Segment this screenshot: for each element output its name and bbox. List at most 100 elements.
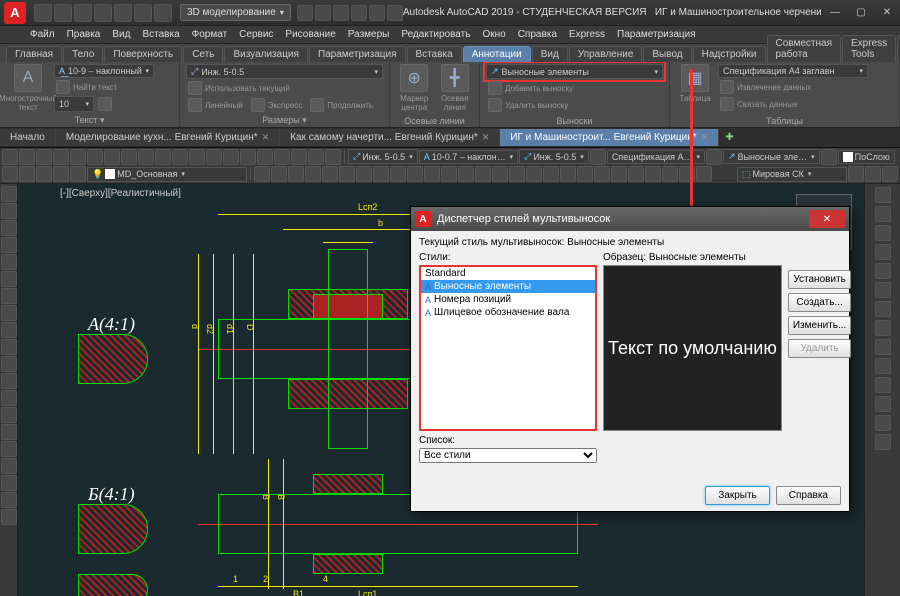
ribbon-tab[interactable]: Визуализация xyxy=(224,46,307,62)
document-tab[interactable]: ИГ и Машиностроит... Евгений Курицин*✕ xyxy=(500,129,719,146)
set-current-button[interactable]: Установить xyxy=(788,270,851,289)
menu-item[interactable]: Вставка xyxy=(142,29,179,40)
tool-icon[interactable] xyxy=(560,166,576,182)
tool-icon[interactable] xyxy=(322,166,338,182)
tool-icon[interactable] xyxy=(875,225,891,241)
tool-icon[interactable] xyxy=(1,492,17,508)
dimstyle-sel-2[interactable]: A10-0.7 – наклон…▾ xyxy=(419,150,518,164)
menu-item[interactable]: Сервис xyxy=(239,29,273,40)
tool-icon[interactable] xyxy=(53,166,69,182)
centerline-button[interactable]: ╋Осевая линия xyxy=(437,64,474,112)
ribbon-tab[interactable]: Поверхность xyxy=(104,46,182,62)
ribbon-tab[interactable]: Параметризация xyxy=(309,46,406,62)
tool-icon[interactable] xyxy=(291,149,307,165)
tool-icon[interactable] xyxy=(821,149,837,165)
centermark-button[interactable]: ⊕Маркер центра xyxy=(396,64,433,112)
new-tab-button[interactable]: ✚ xyxy=(719,132,739,143)
document-tab[interactable]: Как самому начерти... Евгений Курицин*✕ xyxy=(280,129,500,146)
document-tab[interactable]: Начало xyxy=(0,129,56,146)
close-button[interactable]: Закрыть xyxy=(705,486,770,505)
link-data-button[interactable]: Связать данные xyxy=(718,96,868,112)
tool-icon[interactable] xyxy=(875,263,891,279)
panel-title[interactable]: Текст ▾ xyxy=(6,114,173,127)
ribbon-tab[interactable]: Вставка xyxy=(407,46,462,62)
ribbon-tab[interactable]: Express Tools xyxy=(842,35,896,62)
ribbon-tab[interactable]: Надстройки xyxy=(693,46,766,62)
menu-item[interactable]: Формат xyxy=(192,29,228,40)
tool-icon[interactable] xyxy=(206,149,222,165)
tool-icon[interactable] xyxy=(223,149,239,165)
tool-icon[interactable] xyxy=(155,149,171,165)
menu-item[interactable]: Размеры xyxy=(348,29,390,40)
tool-icon[interactable] xyxy=(2,149,18,165)
ribbon-tab[interactable]: Управление xyxy=(569,46,643,62)
layer-selector[interactable]: 💡MD_Основная▾ xyxy=(87,167,247,182)
tool-icon[interactable] xyxy=(526,166,542,182)
tool-icon[interactable] xyxy=(1,458,17,474)
close-icon[interactable]: ✕ xyxy=(262,132,270,143)
tool-icon[interactable] xyxy=(875,339,891,355)
qat-btn[interactable] xyxy=(387,5,403,21)
tool-icon[interactable] xyxy=(458,166,474,182)
modify-style-button[interactable]: Изменить... xyxy=(788,316,851,335)
tool-icon[interactable] xyxy=(288,166,304,182)
tool-icon[interactable] xyxy=(882,166,898,182)
tool-icon[interactable] xyxy=(594,166,610,182)
tool-icon[interactable] xyxy=(875,187,891,203)
tool-icon[interactable] xyxy=(611,166,627,182)
tool-icon[interactable] xyxy=(492,166,508,182)
tool-icon[interactable] xyxy=(373,166,389,182)
bylayer-sel[interactable]: ПоСлою xyxy=(838,150,895,164)
help-button[interactable]: Справка xyxy=(776,486,841,505)
qat-btn[interactable] xyxy=(315,5,331,21)
tool-icon[interactable] xyxy=(356,166,372,182)
tool-icon[interactable] xyxy=(240,149,256,165)
dim-express-button[interactable]: Экспресс xyxy=(249,97,305,113)
tool-icon[interactable] xyxy=(271,166,287,182)
qat-btn[interactable] xyxy=(351,5,367,21)
close-icon[interactable]: ✕ xyxy=(482,132,490,143)
tool-icon[interactable] xyxy=(875,244,891,260)
tool-icon[interactable] xyxy=(19,149,35,165)
tool-icon[interactable] xyxy=(424,166,440,182)
panel-title[interactable]: Выноски xyxy=(486,115,663,127)
tool-icon[interactable] xyxy=(305,166,321,182)
menu-item[interactable]: Express xyxy=(569,29,605,40)
tool-icon[interactable] xyxy=(706,149,722,165)
tool-icon[interactable] xyxy=(875,415,891,431)
tool-icon[interactable] xyxy=(407,166,423,182)
tool-icon[interactable] xyxy=(875,301,891,317)
panel-title[interactable]: Размеры ▾ xyxy=(186,114,383,127)
remove-leader-button[interactable]: Удалить выноску xyxy=(486,97,663,113)
tool-icon[interactable] xyxy=(441,166,457,182)
tool-icon[interactable] xyxy=(1,424,17,440)
ucs-selector[interactable]: ⬚Мировая СК▾ xyxy=(737,167,847,182)
tool-icon[interactable] xyxy=(254,166,270,182)
style-list-item[interactable]: Standard xyxy=(421,267,595,280)
tool-icon[interactable] xyxy=(36,149,52,165)
tool-icon[interactable] xyxy=(1,254,17,270)
tool-icon[interactable] xyxy=(875,377,891,393)
dialog-close-button[interactable]: ✕ xyxy=(809,210,845,228)
tool-icon[interactable] xyxy=(1,356,17,372)
panel-title[interactable]: Таблицы xyxy=(676,115,893,127)
find-text-button[interactable]: Найти текст xyxy=(54,79,154,95)
text-style-selector[interactable]: A͟10-9 – наклонный▾ xyxy=(54,64,154,78)
tool-icon[interactable] xyxy=(628,166,644,182)
tool-icon[interactable] xyxy=(875,358,891,374)
menu-item[interactable]: Окно xyxy=(482,29,505,40)
menu-item[interactable]: Рисование xyxy=(285,29,335,40)
tool-icon[interactable] xyxy=(19,166,35,182)
close-button[interactable]: ✕ xyxy=(874,3,900,23)
tool-icon[interactable] xyxy=(1,220,17,236)
tool-icon[interactable] xyxy=(189,149,205,165)
tool-icon[interactable] xyxy=(875,320,891,336)
document-tab[interactable]: Моделирование кухн... Евгений Курицин*✕ xyxy=(56,129,280,146)
redo-icon[interactable] xyxy=(154,4,172,22)
list-filter-select[interactable]: Все стили xyxy=(419,448,597,463)
menu-item[interactable]: Параметризация xyxy=(617,29,696,40)
save-icon[interactable] xyxy=(74,4,92,22)
tool-icon[interactable] xyxy=(696,166,712,182)
tool-icon[interactable] xyxy=(53,149,69,165)
tool-icon[interactable] xyxy=(1,390,17,406)
